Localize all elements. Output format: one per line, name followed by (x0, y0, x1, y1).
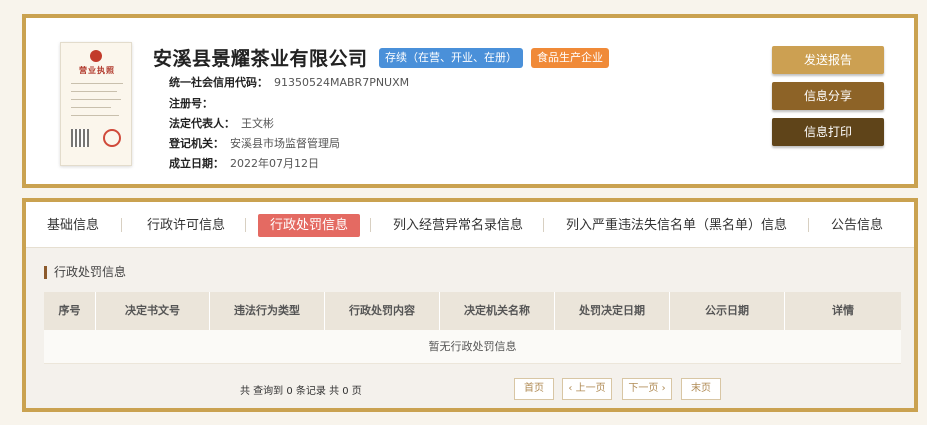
info-label: 注册号： (169, 97, 213, 110)
column-header: 序号 (44, 292, 96, 330)
column-header: 决定机关名称 (440, 292, 555, 330)
column-header: 行政处罚内容 (325, 292, 440, 330)
tab-blacklist[interactable]: 列入严重违法失信名单（黑名单）信息 (566, 214, 787, 237)
info-row-reg-number: 注册号： (169, 95, 219, 111)
info-value: 王文彬 (241, 117, 274, 130)
column-header: 公示日期 (670, 292, 785, 330)
prev-page-button[interactable]: ‹ 上一页 (562, 378, 612, 400)
tab-divider (543, 218, 544, 232)
tab-divider (245, 218, 246, 232)
license-text-line (71, 99, 121, 100)
license-text-line (71, 115, 119, 116)
column-header: 决定书文号 (96, 292, 210, 330)
license-text-line (71, 91, 117, 92)
company-name: 安溪县景耀茶业有限公司 (153, 48, 368, 70)
first-page-button[interactable]: 首页 (514, 378, 554, 400)
info-value: 2022年07月12日 (230, 157, 319, 170)
section-title: 行政处罚信息 (44, 266, 126, 279)
info-label: 统一社会信用代码： (169, 76, 268, 89)
info-label: 登记机关： (169, 137, 224, 150)
detail-panel: 基础信息 行政许可信息 行政处罚信息 列入经营异常名录信息 列入严重违法失信名单… (22, 198, 918, 412)
tab-basic-info[interactable]: 基础信息 (47, 214, 99, 237)
info-value: 91350524MABR7PNUXM (274, 76, 410, 89)
license-text-line (71, 107, 111, 108)
info-row-established: 成立日期： 2022年07月12日 (169, 155, 319, 171)
column-header: 详情 (832, 304, 854, 317)
info-label: 法定代表人： (169, 117, 235, 130)
last-page-button[interactable]: 末页 (681, 378, 721, 400)
tab-announcements[interactable]: 公告信息 (831, 214, 883, 237)
business-license-image[interactable]: 营业执照 (60, 42, 132, 166)
official-seal-icon (103, 129, 121, 147)
license-title: 营业执照 (79, 66, 115, 75)
tab-abnormal-list[interactable]: 列入经营异常名录信息 (393, 214, 523, 237)
tab-admin-penalty[interactable]: 行政处罚信息 (258, 214, 361, 237)
print-info-button[interactable]: 信息打印 (772, 118, 884, 146)
status-badge: 存续（在营、开业、在册） (379, 48, 523, 68)
tab-divider (808, 218, 809, 232)
tab-admin-license[interactable]: 行政许可信息 (147, 214, 225, 237)
tab-divider (370, 218, 371, 232)
national-emblem-icon (90, 50, 102, 62)
info-value: 安溪县市场监督管理局 (230, 137, 340, 150)
table-header: 序号 决定书文号 违法行为类型 行政处罚内容 决定机关名称 处罚决定日期 公示日… (44, 292, 901, 330)
column-header: 处罚决定日期 (555, 292, 670, 330)
qr-code-icon (71, 129, 89, 147)
pagination-summary: 共 查询到 0 条记录 共 0 页 (240, 386, 362, 397)
info-row-legal-rep: 法定代表人： 王文彬 (169, 115, 274, 131)
info-row-credit-code: 统一社会信用代码： 91350524MABR7PNUXM (169, 74, 409, 90)
industry-badge: 食品生产企业 (531, 48, 609, 68)
company-header-panel: 营业执照 安溪县景耀茶业有限公司 存续（在营、开业、在册） 食品生产企业 统一社… (22, 14, 918, 188)
info-label: 成立日期： (169, 157, 224, 170)
column-header: 违法行为类型 (210, 292, 325, 330)
next-page-button[interactable]: 下一页 › (622, 378, 672, 400)
send-report-button[interactable]: 发送报告 (772, 46, 884, 74)
info-row-authority: 登记机关： 安溪县市场监督管理局 (169, 135, 340, 151)
empty-table-message: 暂无行政处罚信息 (44, 330, 901, 364)
tab-divider (121, 218, 122, 232)
info-tabs: 基础信息 行政许可信息 行政处罚信息 列入经营异常名录信息 列入严重违法失信名单… (26, 202, 914, 248)
share-info-button[interactable]: 信息分享 (772, 82, 884, 110)
license-text-line (71, 83, 123, 84)
